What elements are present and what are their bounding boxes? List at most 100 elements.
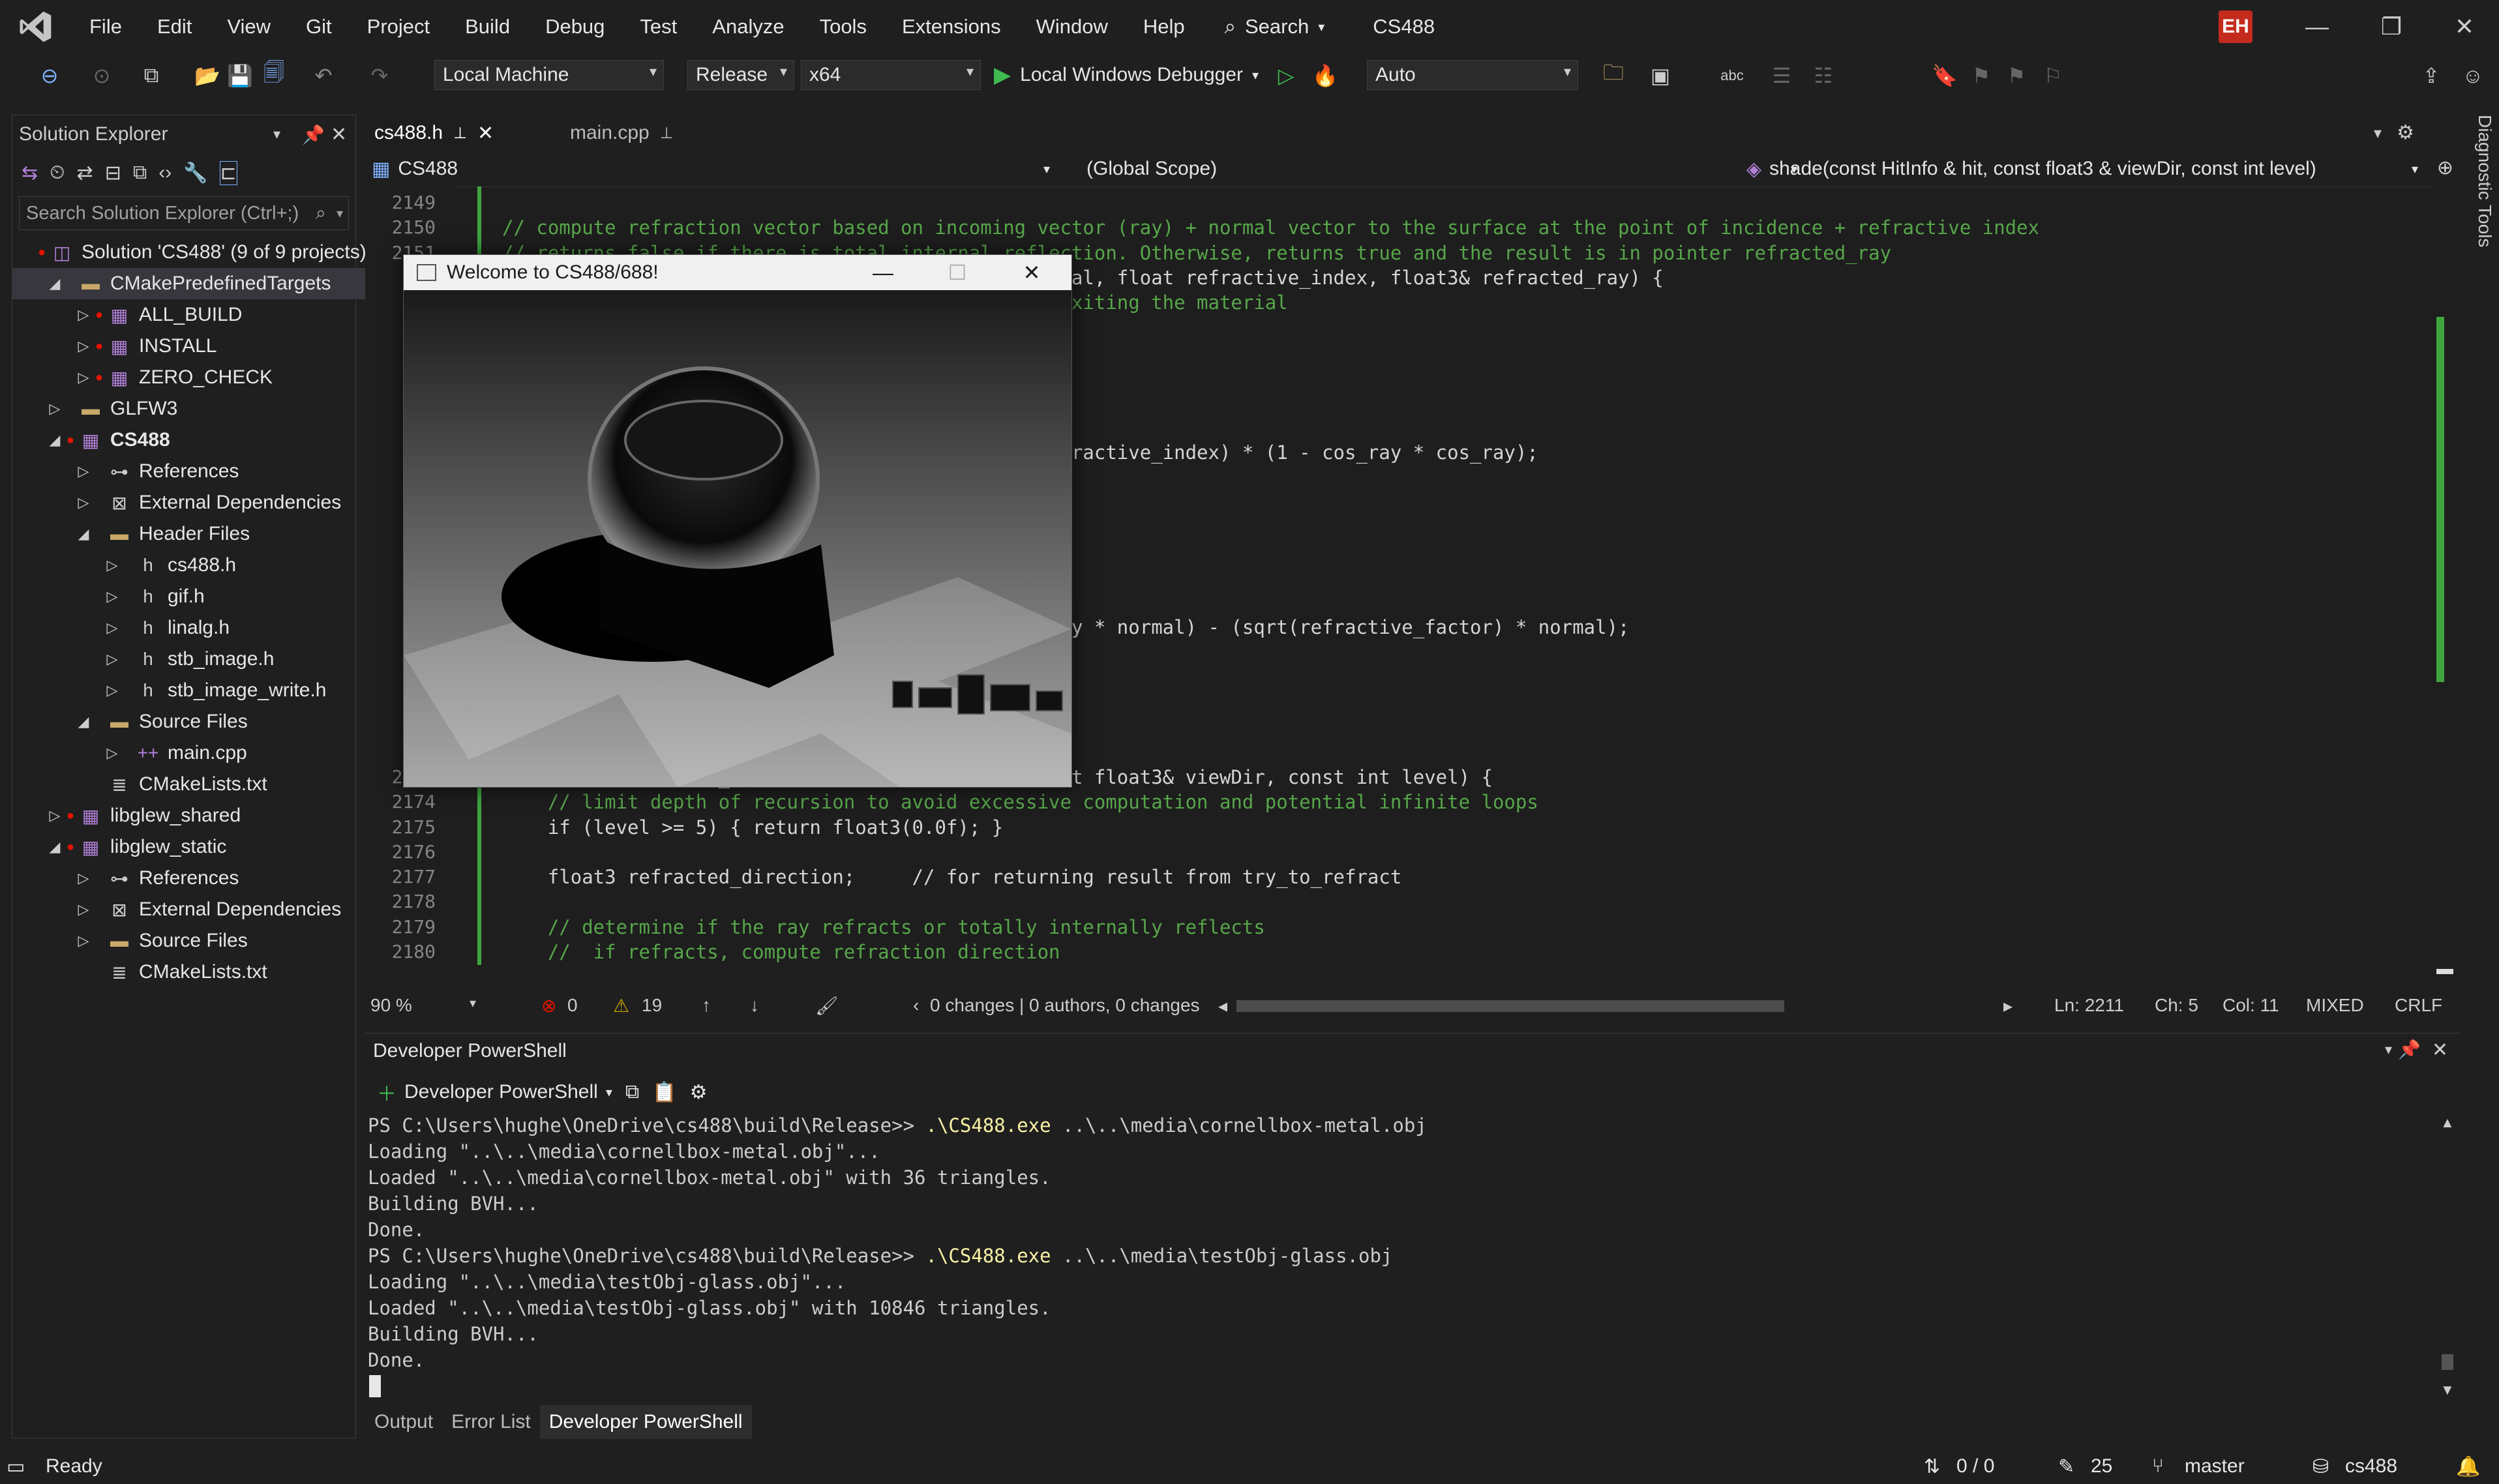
whitespace-mode[interactable]: MIXED	[2306, 995, 2364, 1016]
terminal-scrollbar[interactable]: ▲ ▼	[2434, 1114, 2460, 1404]
menu-tools[interactable]: Tools	[802, 0, 884, 53]
settings-gear-icon[interactable]: ⚙	[2397, 121, 2414, 144]
menu-test[interactable]: Test	[622, 0, 695, 53]
chevron-right-icon[interactable]: ▷	[75, 338, 92, 355]
minimize-button[interactable]: —	[2281, 0, 2353, 53]
split-editor-icon[interactable]: ⊕	[2437, 156, 2453, 179]
open-file-button[interactable]: 📂	[193, 61, 222, 90]
new-terminal-button[interactable]: ＋ Developer PowerShell ▾	[377, 1078, 612, 1106]
tree-item[interactable]: ≣ CMakeLists.txt	[12, 957, 267, 988]
vs-switch-views-icon[interactable]: ⇆	[22, 162, 38, 185]
properties-wrench-icon[interactable]: 🔧	[183, 162, 207, 185]
editor-vertical-scrollbar[interactable]	[2430, 186, 2460, 974]
bottom-tab-developer-powershell[interactable]: Developer PowerShell	[539, 1405, 752, 1439]
tree-item[interactable]: ◢ ▬ Header Files	[12, 518, 250, 550]
history-icon[interactable]: ⏲	[50, 162, 65, 184]
column-indicator[interactable]: Col: 11	[2222, 995, 2279, 1016]
restore-button[interactable]: ❐	[2356, 0, 2427, 53]
chevron-right-icon[interactable]: ▷	[104, 745, 121, 762]
forward-button[interactable]: ⊙	[87, 61, 116, 90]
save-all-button[interactable]: 🗐	[260, 61, 288, 90]
code-line[interactable]: // determine if the ray refracts or tota…	[502, 916, 1265, 938]
chevron-expanded-icon[interactable]: ◢	[46, 432, 63, 449]
auto-select[interactable]: Auto ▾	[1367, 60, 1578, 90]
chevron-right-icon[interactable]: ▷	[75, 306, 92, 323]
collapse-all-icon[interactable]: ⊟	[105, 162, 121, 185]
back-button[interactable]: ⊖	[35, 61, 64, 90]
menu-view[interactable]: View	[209, 0, 288, 53]
repository-name[interactable]: cs488	[2345, 1455, 2397, 1477]
code-line[interactable]: // limit depth of recursion to avoid exc…	[502, 791, 1538, 813]
tree-item[interactable]: ▷ h stb_image_write.h	[12, 675, 327, 706]
horizontal-scrollbar-thumb[interactable]	[1236, 1000, 1784, 1012]
code-line[interactable]: // if refracts, compute refraction direc…	[502, 941, 1060, 963]
chevron-right-icon[interactable]: ▷	[75, 870, 92, 887]
pin-icon[interactable]: 📌	[302, 124, 325, 145]
undo-button[interactable]: ↶	[309, 61, 338, 90]
diagnostic-tools-side-tab[interactable]: Diagnostic Tools	[2466, 115, 2499, 310]
bottom-tab-error-list[interactable]: Error List	[442, 1405, 540, 1439]
panel-menu-icon[interactable]: ▾	[2385, 1041, 2392, 1058]
prev-bookmark-button[interactable]: ⚑	[1967, 61, 1996, 90]
pending-edits-count[interactable]: 25	[2091, 1455, 2112, 1477]
save-button[interactable]: 💾	[226, 61, 254, 90]
chevron-right-icon[interactable]: ▷	[104, 588, 121, 605]
comment-button[interactable]: ☰	[1767, 61, 1796, 90]
close-icon[interactable]: ✕	[2432, 1039, 2448, 1061]
show-all-files-icon[interactable]: ⧉	[133, 162, 147, 184]
project-nav-select[interactable]: ▦ CS488 ▾	[372, 155, 1056, 183]
close-icon[interactable]: ✕	[331, 123, 347, 146]
clear-bookmarks-button[interactable]: ⚐	[2039, 61, 2067, 90]
tree-item[interactable]: ▷ ● ▦ ALL_BUILD	[12, 299, 243, 331]
start-debugging-button[interactable]: ▶ Local Windows Debugger ▾	[994, 60, 1259, 90]
menu-file[interactable]: File	[72, 0, 140, 53]
copy-icon[interactable]: ⧉	[625, 1081, 639, 1103]
feedback-button[interactable]: ☺	[2459, 61, 2487, 90]
chevron-right-icon[interactable]: ▷	[46, 807, 63, 824]
chevron-right-icon[interactable]: ▷	[104, 682, 121, 699]
layout-button[interactable]: ▣	[1646, 61, 1675, 90]
code-line[interactable]: float3 refracted_direction; // for retur…	[502, 866, 1401, 888]
tree-item[interactable]: ◢ ● ▦ libglew_static	[12, 831, 227, 863]
tree-item[interactable]: ● ◫ Solution 'CS488' (9 of 9 projects)	[12, 237, 367, 268]
code-line[interactable]: if (level >= 5) { return float3(0.0f); }	[502, 816, 1003, 838]
redo-button[interactable]: ↷	[365, 61, 394, 90]
tree-item[interactable]: ▷ ● ▦ ZERO_CHECK	[12, 362, 273, 393]
new-project-button[interactable]: ⧉	[137, 61, 166, 90]
chevron-expanded-icon[interactable]: ◢	[46, 838, 63, 855]
tree-item[interactable]: ▷ h gif.h	[12, 581, 205, 612]
tree-item[interactable]: ▷ ⊶ References	[12, 456, 239, 487]
menu-edit[interactable]: Edit	[140, 0, 209, 53]
render-maximize-button[interactable]: ☐	[921, 255, 993, 290]
chevron-right-icon[interactable]: ▷	[46, 400, 63, 417]
tree-item[interactable]: ▷ h cs488.h	[12, 550, 237, 581]
line-indicator[interactable]: Ln: 2211	[2054, 995, 2124, 1016]
git-sync-count[interactable]: 0 / 0	[1956, 1455, 1994, 1477]
menu-window[interactable]: Window	[1019, 0, 1126, 53]
platform-select[interactable]: x64 ▾	[801, 60, 981, 90]
tree-item[interactable]: ▷ ▬ Source Files	[12, 925, 248, 957]
chevron-right-icon[interactable]: ▷	[75, 901, 92, 918]
close-button[interactable]: ✕	[2429, 0, 2499, 53]
tree-item[interactable]: ▷ h linalg.h	[12, 612, 230, 644]
menu-git[interactable]: Git	[288, 0, 350, 53]
tree-item[interactable]: ▷ ● ▦ libglew_shared	[12, 800, 241, 831]
target-machine-select[interactable]: Local Machine ▾	[434, 60, 664, 90]
chevron-right-icon[interactable]: ▷	[75, 369, 92, 386]
user-avatar[interactable]: EH	[2219, 10, 2252, 43]
chevron-expanded-icon[interactable]: ◢	[75, 713, 92, 730]
tree-item[interactable]: ▷ ▬ GLFW3	[12, 393, 178, 424]
git-branch[interactable]: master	[2185, 1455, 2245, 1477]
chevron-right-icon[interactable]: ▷	[75, 932, 92, 949]
menu-build[interactable]: Build	[447, 0, 528, 53]
previous-issue-icon[interactable]: ↑	[702, 995, 711, 1016]
configuration-select[interactable]: Release ▾	[687, 60, 794, 90]
menu-help[interactable]: Help	[1126, 0, 1203, 53]
tree-item[interactable]: ◢ ▬ CMakePredefinedTargets	[12, 268, 391, 299]
solution-explorer-search-input[interactable]: Search Solution Explorer (Ctrl+;) ⌕ ▾	[19, 196, 349, 230]
bookmark-button[interactable]: 🔖	[1930, 61, 1959, 90]
hot-reload-button[interactable]: 🔥	[1311, 61, 1339, 90]
tab-list-dropdown-icon[interactable]: ▾	[2374, 124, 2382, 143]
tree-item[interactable]: ≣ CMakeLists.txt	[12, 769, 267, 800]
chevron-right-icon[interactable]: ▷	[75, 494, 92, 511]
